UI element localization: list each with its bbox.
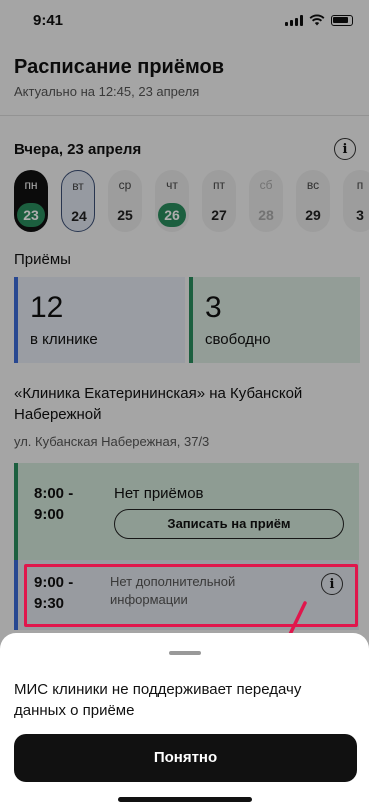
bottom-sheet: МИС клиники не поддерживает передачу дан…	[0, 633, 369, 808]
sheet-message: МИС клиники не поддерживает передачу дан…	[14, 681, 302, 719]
sheet-handle[interactable]	[169, 651, 201, 655]
home-indicator	[118, 797, 252, 802]
ok-button[interactable]: Понятно	[14, 734, 357, 782]
